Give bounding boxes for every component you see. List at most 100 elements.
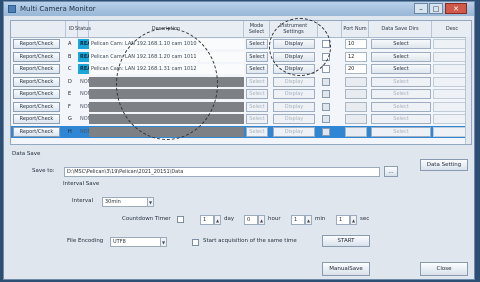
mode-select-button[interactable]: Select (246, 114, 268, 124)
camera-row[interactable]: Report/Check B READYPelican Cam: LAN 192.1… (11, 51, 471, 63)
description-field[interactable] (89, 101, 244, 112)
status-badge: NONE (80, 91, 89, 97)
mode-select-button[interactable]: Select (246, 64, 268, 74)
grid-scrollbar[interactable] (465, 37, 471, 144)
minutes-field[interactable]: 1 (291, 215, 305, 225)
mode-select-button[interactable]: Select (246, 126, 268, 137)
display-settings-button[interactable]: Display (273, 101, 315, 112)
description-field[interactable]: Pelican Cam: LAN 192.168.1.31 cam 1012 (89, 64, 244, 74)
row-checkbox[interactable] (322, 127, 330, 136)
row-checkbox[interactable] (322, 52, 330, 61)
port-number-field[interactable]: 10 (345, 39, 367, 49)
camera-row[interactable]: Report/Check D NONE Select Display Select (11, 76, 471, 88)
row-checkbox[interactable] (322, 102, 330, 111)
display-settings-button[interactable]: Display (273, 126, 315, 137)
mode-select-button[interactable]: Select (246, 89, 268, 99)
camera-row[interactable]: Report/Check C READYPelican Cam: LAN 192.1… (11, 63, 471, 75)
app-icon (8, 5, 16, 13)
save-dir-button[interactable]: Select (371, 126, 431, 137)
camera-row[interactable]: Report/Check A READYPelican Cam: LAN 192.1… (11, 38, 471, 50)
report-check-button[interactable]: Report/Check (13, 64, 60, 74)
camera-row[interactable]: Report/Check E NONE Select Display Select (11, 88, 471, 100)
hours-unit: hour (268, 216, 281, 222)
save-dir-button[interactable]: Select (371, 64, 431, 74)
file-encoding-dropdown-arrow[interactable]: ▼ (160, 237, 167, 247)
save-dir-button[interactable]: Select (371, 89, 431, 99)
mode-select-button[interactable]: Select (246, 39, 268, 49)
description-field[interactable] (89, 126, 244, 137)
data-setting-button[interactable]: Data Setting (420, 159, 468, 171)
browse-button[interactable]: ... (384, 166, 398, 177)
port-number-field[interactable]: 12 (345, 51, 367, 62)
maximize-button[interactable]: □ (429, 3, 443, 14)
mode-select-button[interactable]: Select (246, 51, 268, 62)
row-checkbox[interactable] (322, 40, 330, 48)
save-dir-button[interactable]: Select (371, 114, 431, 124)
port-number-field[interactable] (345, 89, 367, 99)
display-settings-button[interactable]: Display (273, 89, 315, 99)
display-settings-button[interactable]: Display (273, 51, 315, 62)
report-check-button[interactable]: Report/Check (13, 126, 60, 137)
seconds-spinner[interactable]: ▲ (350, 215, 357, 225)
report-check-button[interactable]: Report/Check (13, 101, 60, 112)
mode-select-button[interactable]: Select (246, 76, 268, 87)
camera-row[interactable]: Report/Check H NONE Select Display Select (11, 125, 471, 138)
display-settings-button[interactable]: Display (273, 39, 315, 49)
description-field[interactable]: Pelican Cam: LAN 192.168.1.10 cam 1010 (89, 39, 244, 49)
camera-row[interactable]: Report/Check G NONE Select Display Select (11, 113, 471, 125)
file-encoding-select[interactable]: UTF8 (110, 237, 166, 247)
hours-field[interactable]: 0 (244, 215, 258, 225)
header-port-number: Port Num (342, 21, 369, 37)
countdown-checkbox[interactable] (177, 216, 184, 223)
port-number-field[interactable] (345, 126, 367, 137)
save-dir-button[interactable]: Select (371, 51, 431, 62)
save-dir-button[interactable]: Select (371, 39, 431, 49)
interval-dropdown-arrow[interactable]: ▼ (147, 197, 154, 207)
row-checkbox[interactable] (322, 90, 330, 98)
description-field[interactable] (89, 76, 244, 87)
save-dir-button[interactable]: Select (371, 101, 431, 112)
interval-label: Interval (72, 198, 94, 204)
close-window-button[interactable]: ✕ (445, 3, 467, 14)
display-settings-button[interactable]: Display (273, 64, 315, 74)
minimize-button[interactable]: – (414, 3, 428, 14)
data-save-panel: Data Save Save to: D:\MSC\Pelican\3\19\P… (10, 151, 472, 277)
report-check-button[interactable]: Report/Check (13, 39, 60, 49)
header-checkbox-column (318, 21, 342, 37)
port-number-field[interactable] (345, 114, 367, 124)
days-field[interactable]: 1 (200, 215, 214, 225)
hours-spinner[interactable]: ▲ (258, 215, 265, 225)
days-spinner[interactable]: ▲ (214, 215, 221, 225)
row-checkbox[interactable] (322, 115, 330, 123)
display-settings-button[interactable]: Display (273, 114, 315, 124)
report-check-button[interactable]: Report/Check (13, 89, 60, 99)
report-check-button[interactable]: Report/Check (13, 51, 60, 62)
manual-save-button[interactable]: ManualSave (322, 262, 370, 276)
camera-row[interactable]: Report/Check F NONE Select Display Select (11, 101, 471, 113)
description-field[interactable] (89, 89, 244, 99)
mode-select-button[interactable]: Select (246, 101, 268, 112)
minutes-spinner[interactable]: ▲ (305, 215, 312, 225)
close-button[interactable]: Close (420, 262, 468, 276)
save-dir-button[interactable]: Select (371, 76, 431, 87)
report-check-button[interactable]: Report/Check (13, 114, 60, 124)
seconds-field[interactable]: 1 (336, 215, 350, 225)
grid-header: ID Status Description Mode Select Instru… (11, 21, 471, 38)
display-settings-button[interactable]: Display (273, 76, 315, 87)
port-number-field[interactable] (345, 76, 367, 87)
row-checkbox[interactable] (322, 65, 330, 73)
row-checkbox[interactable] (322, 77, 330, 86)
port-number-field[interactable] (345, 101, 367, 112)
header-note: Desc (432, 21, 471, 37)
report-check-button[interactable]: Report/Check (13, 76, 60, 87)
title-bar[interactable]: Multi Camera Monitor – □ ✕ (4, 2, 474, 16)
description-field[interactable]: Pelican Cam: LAN 192.168.1.20 cam 1011 (89, 51, 244, 62)
start-all-checkbox[interactable] (192, 239, 199, 246)
header-save-dir: Data Save Dirs (369, 21, 432, 37)
save-to-path-field[interactable]: D:\MSC\Pelican\3\19\Pelican\2021_20151\D… (64, 167, 380, 177)
start-button[interactable]: START (322, 235, 370, 247)
port-number-field[interactable]: 20 (345, 64, 367, 74)
header-status: Status (75, 21, 91, 37)
minutes-unit: min (315, 216, 326, 222)
description-field[interactable] (89, 114, 244, 124)
